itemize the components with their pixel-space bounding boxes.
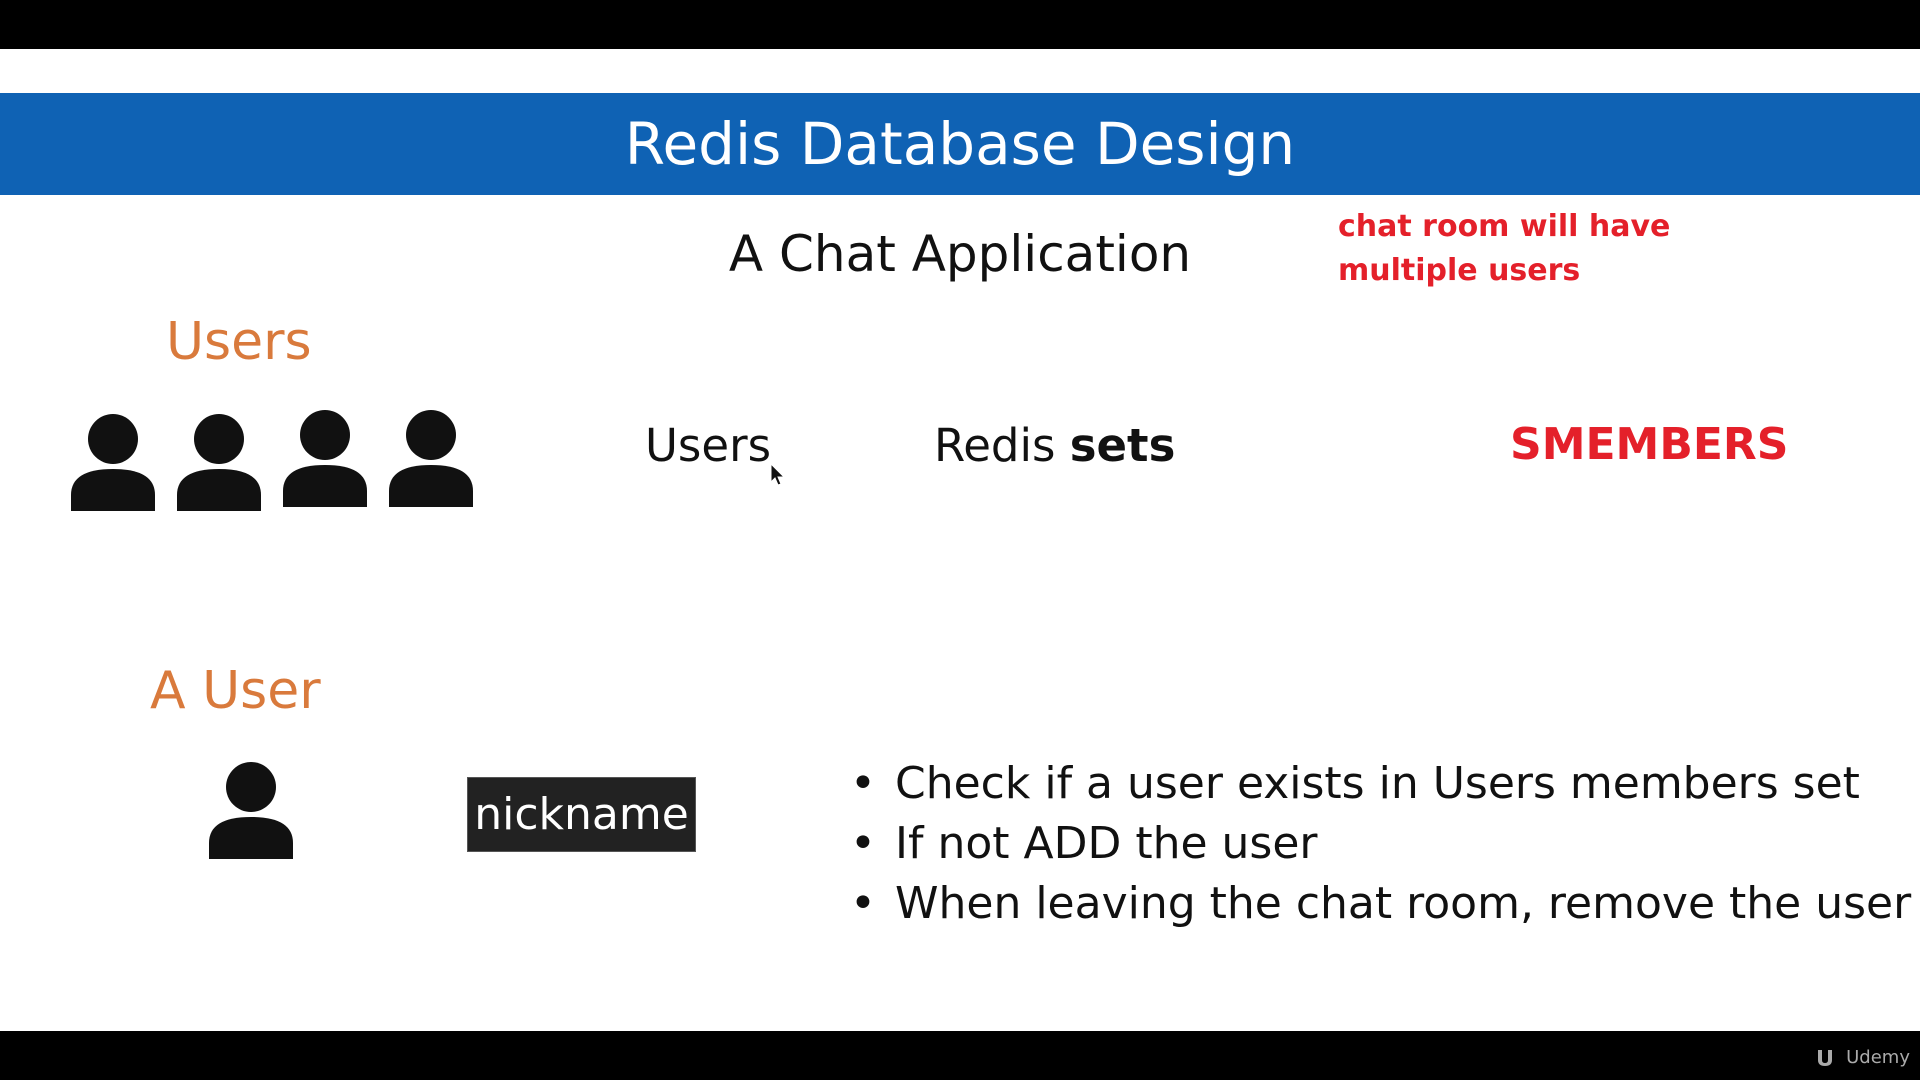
bullet-dot: •	[850, 758, 876, 809]
redis-prefix: Redis	[934, 419, 1070, 472]
person-icon	[177, 414, 261, 511]
bullet-list: • Check if a user exists in Users members…	[850, 754, 1911, 934]
list-item: • Check if a user exists in Users members…	[850, 754, 1911, 814]
bullet-dot: •	[850, 818, 876, 869]
bullet-dot: •	[850, 878, 876, 929]
mouse-cursor-icon	[770, 463, 786, 486]
nickname-box: nickname	[467, 777, 696, 852]
person-icon	[389, 410, 473, 507]
slide-title: Redis Database Design	[624, 110, 1296, 178]
users-label: Users	[645, 419, 772, 472]
red-annotation: chat room will have multiple users	[1338, 209, 1671, 288]
bullet-text: When leaving the chat room, remove the u…	[895, 878, 1912, 929]
list-item: • When leaving the chat room, remove the …	[850, 874, 1911, 934]
person-icon	[283, 410, 367, 507]
redis-sets-label: Redis sets	[934, 419, 1175, 472]
udemy-logo-icon	[1818, 1050, 1833, 1066]
smembers-command: SMEMBERS	[1510, 419, 1789, 470]
a-user-heading: A User	[150, 661, 321, 721]
udemy-brand: Udemy	[1846, 1046, 1910, 1068]
person-icon	[209, 762, 293, 859]
bullet-text: If not ADD the user	[895, 818, 1318, 869]
udemy-watermark: Udemy	[1814, 1046, 1910, 1068]
person-icon	[71, 414, 155, 511]
users-heading: Users	[166, 312, 312, 372]
title-bar: Redis Database Design	[0, 93, 1920, 195]
bullet-text: Check if a user exists in Users members …	[895, 758, 1860, 809]
slide: Redis Database Design A Chat Application…	[0, 49, 1920, 1031]
redis-sets-bold: sets	[1069, 419, 1176, 472]
list-item: • If not ADD the user	[850, 814, 1911, 874]
